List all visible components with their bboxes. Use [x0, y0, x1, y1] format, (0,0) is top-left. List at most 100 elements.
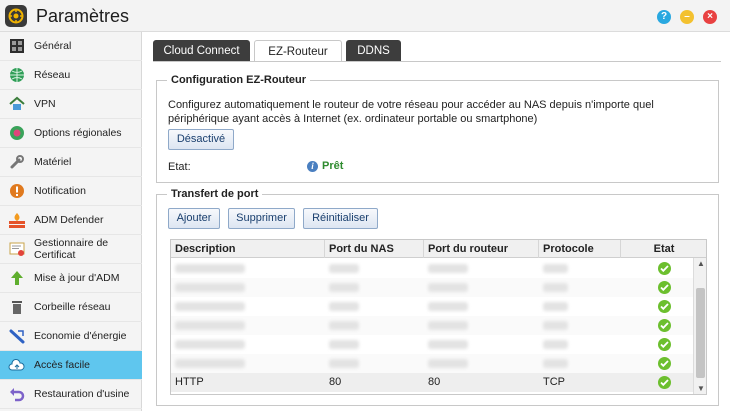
column-header-router-port[interactable]: Port du routeur	[424, 240, 539, 258]
sidebar-item-label: Général	[34, 40, 72, 52]
status-ok-icon	[658, 319, 671, 332]
tab-cloud-connect[interactable]: Cloud Connect	[153, 40, 250, 62]
redacted-cell	[428, 321, 468, 330]
sidebar-item-certificate[interactable]: Gestionnaire de Certificat	[0, 235, 142, 264]
redacted-cell	[175, 359, 245, 368]
ez-router-description: Configurez automatiquement le routeur de…	[168, 99, 654, 125]
sidebar-item-hardware[interactable]: Matériel	[0, 148, 142, 177]
table-row[interactable]	[171, 335, 693, 354]
redacted-cell	[175, 321, 245, 330]
column-header-status[interactable]: Etat	[621, 240, 706, 258]
close-button[interactable]: ×	[703, 10, 717, 24]
table-row[interactable]	[171, 259, 693, 278]
ez-router-config-section: Configuration EZ-Routeur Configurez auto…	[156, 74, 719, 183]
trash-icon	[8, 298, 26, 316]
tab-ez-router[interactable]: EZ-Routeur	[254, 40, 342, 62]
tab-ddns[interactable]: DDNS	[346, 40, 401, 62]
sidebar-item-label: ADM Defender	[34, 214, 104, 226]
column-header-protocol[interactable]: Protocole	[539, 240, 621, 258]
redacted-cell	[543, 321, 568, 330]
status-ok-icon	[658, 338, 671, 351]
table-cell-nas-port: 80	[329, 376, 342, 388]
redacted-cell	[543, 264, 568, 273]
sidebar-item-label: Gestionnaire de Certificat	[34, 237, 109, 261]
firewall-icon	[8, 211, 26, 229]
redacted-cell	[329, 340, 359, 349]
sidebar-item-defender[interactable]: ADM Defender	[0, 206, 142, 235]
reset-button[interactable]: Réinitialiser	[303, 208, 378, 229]
status-value: i Prêt	[307, 160, 343, 172]
main-panel: Cloud Connect EZ-Routeur DDNS Configurat…	[143, 32, 730, 411]
redacted-cell	[428, 302, 468, 311]
table-row[interactable]: HTTP 80 80 TCP	[171, 373, 693, 392]
sidebar-item-easy-access[interactable]: Accès facile	[0, 351, 142, 380]
help-button[interactable]: ?	[657, 10, 671, 24]
port-forwarding-table: Description Port du NAS Port du routeur …	[170, 239, 707, 395]
table-row[interactable]	[171, 354, 693, 373]
regional-clock-icon	[8, 124, 26, 142]
section-title: Transfert de port	[167, 188, 263, 200]
redacted-cell	[543, 359, 568, 368]
wrench-icon	[8, 153, 26, 171]
redacted-cell	[175, 340, 245, 349]
sidebar-item-label: VPN	[34, 98, 56, 110]
scroll-down-arrow-icon[interactable]: ▼	[694, 383, 706, 394]
globe-icon	[8, 66, 26, 84]
redacted-cell	[175, 302, 245, 311]
table-row[interactable]	[171, 278, 693, 297]
ez-router-toggle-button[interactable]: Désactivé	[168, 129, 234, 150]
redacted-cell	[428, 340, 468, 349]
sidebar-item-label: Corbeille réseau	[34, 301, 111, 313]
minimize-button[interactable]: –	[680, 10, 694, 24]
alert-icon	[8, 182, 26, 200]
sidebar-item-network[interactable]: Réseau	[0, 61, 142, 90]
sidebar-item-general[interactable]: Général	[0, 32, 142, 61]
sidebar-item-notification[interactable]: Notification	[0, 177, 142, 206]
column-header-description[interactable]: Description	[171, 240, 325, 258]
sidebar-item-recycle-bin[interactable]: Corbeille réseau	[0, 293, 142, 322]
delete-button[interactable]: Supprimer	[228, 208, 295, 229]
scroll-up-arrow-icon[interactable]: ▲	[694, 258, 706, 270]
tab-divider	[153, 61, 721, 62]
table-header: Description Port du NAS Port du routeur …	[171, 240, 706, 258]
status-label: Etat:	[168, 161, 191, 173]
sidebar-item-regional[interactable]: Options régionales	[0, 119, 142, 148]
status-ok-icon	[658, 262, 671, 275]
settings-app-icon	[5, 5, 27, 27]
redacted-cell	[543, 283, 568, 292]
table-cell-description: HTTP	[175, 376, 204, 388]
sidebar-item-energy[interactable]: Economie d'énergie	[0, 322, 142, 351]
info-icon: i	[307, 160, 318, 172]
status-ok-icon	[658, 357, 671, 370]
redacted-cell	[175, 283, 245, 292]
table-row[interactable]	[171, 316, 693, 335]
column-header-nas-port[interactable]: Port du NAS	[325, 240, 424, 258]
redacted-cell	[329, 359, 359, 368]
scrollbar-thumb[interactable]	[696, 288, 705, 378]
sidebar: Général Réseau VPN Options régionales Ma…	[0, 32, 142, 411]
redacted-cell	[329, 283, 359, 292]
certificate-icon	[8, 240, 26, 258]
table-cell-protocol: TCP	[543, 376, 565, 388]
window-title: Paramètres	[36, 6, 130, 26]
vpn-house-icon	[8, 95, 26, 113]
status-ok-icon	[658, 281, 671, 294]
cloud-icon	[8, 356, 26, 374]
sidebar-item-vpn[interactable]: VPN	[0, 90, 142, 119]
sidebar-item-label: Mise à jour d'ADM	[34, 272, 120, 284]
redacted-cell	[175, 264, 245, 273]
sidebar-item-factory-reset[interactable]: Restauration d'usine	[0, 380, 142, 409]
add-button[interactable]: Ajouter	[168, 208, 220, 229]
title-bar: Paramètres ? – ×	[0, 0, 730, 32]
status-text: Prêt	[322, 160, 344, 172]
redacted-cell	[428, 283, 468, 292]
update-arrow-icon	[8, 269, 26, 287]
table-row[interactable]	[171, 297, 693, 316]
table-scrollbar[interactable]: ▲ ▼	[693, 258, 706, 394]
redacted-cell	[329, 302, 359, 311]
section-title: Configuration EZ-Routeur	[167, 74, 311, 86]
sidebar-item-update[interactable]: Mise à jour d'ADM	[0, 264, 142, 293]
sidebar-item-label: Matériel	[34, 156, 72, 168]
table-cell-router-port: 80	[428, 376, 441, 388]
status-ok-icon	[658, 300, 671, 313]
